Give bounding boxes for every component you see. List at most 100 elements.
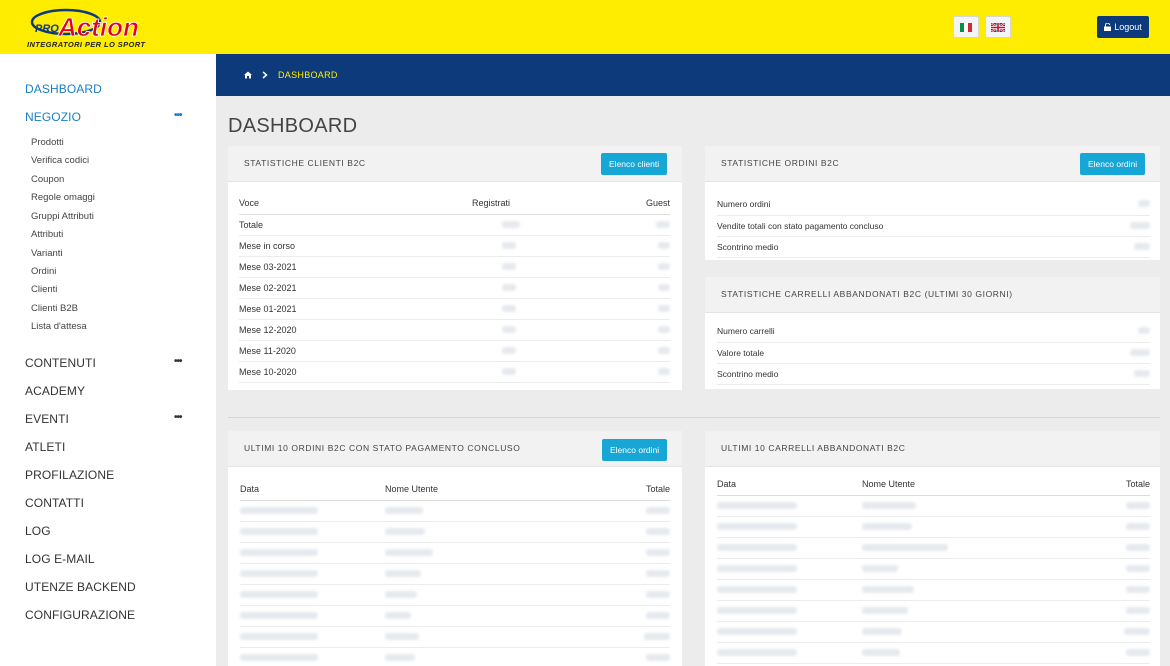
- panel-title: STATISTICHE CARRELLI ABBANDONATI B2C (UL…: [721, 289, 1013, 299]
- carrelli-stats-panel: STATISTICHE CARRELLI ABBANDONATI B2C (UL…: [705, 277, 1160, 389]
- column-header-nome-utente: Nome Utente: [862, 474, 1084, 496]
- carrelli-stats-table: Numero carrelli Valore totale Scontrino …: [717, 321, 1150, 385]
- sidebar-subitem-clienti-b2b[interactable]: Clienti B2B: [31, 303, 78, 314]
- column-header-nome-utente: Nome Utente: [385, 479, 577, 501]
- table-row: Scontrino medio: [717, 236, 1150, 258]
- elenco-ordini-button[interactable]: Elenco ordini: [1080, 153, 1146, 175]
- table-row: [717, 642, 1150, 664]
- row-label: Mese 01-2021: [239, 298, 472, 320]
- column-header-registrati: Registrati: [472, 193, 592, 215]
- italian-flag-icon[interactable]: [953, 16, 979, 38]
- sidebar-item-negozio[interactable]: NEGOZIO: [25, 110, 81, 124]
- pro-action-logo[interactable]: PRO Action INTEGRATORI PER LO SPORT: [26, 8, 178, 48]
- section-divider: [228, 417, 1160, 418]
- top-bar: PRO Action INTEGRATORI PER LO SPORT Logo…: [0, 0, 1170, 54]
- table-row: Mese 12-2020: [239, 319, 670, 341]
- home-icon[interactable]: [244, 71, 252, 79]
- table-row: Mese in corso: [239, 235, 670, 257]
- sidebar-item-log[interactable]: LOG: [25, 524, 51, 538]
- table-row: [240, 626, 670, 648]
- svg-text:Action: Action: [57, 12, 139, 42]
- negozio-more-icon[interactable]: •••: [174, 110, 182, 121]
- ultimi-carrelli-panel: ULTIMI 10 CARRELLI ABBANDONATI B2C Data …: [705, 431, 1160, 666]
- row-label: Mese 02-2021: [239, 277, 472, 299]
- sidebar-item-academy[interactable]: ACADEMY: [25, 384, 85, 398]
- ultimi-ordini-panel: ULTIMI 10 ORDINI B2C CON STATO PAGAMENTO…: [228, 431, 682, 666]
- row-label: Mese 03-2021: [239, 256, 472, 278]
- svg-text:PRO: PRO: [35, 23, 59, 35]
- sidebar-item-configurazione[interactable]: CONFIGURAZIONE: [25, 608, 135, 622]
- table-row: Mese 01-2021: [239, 298, 670, 320]
- panel-title: ULTIMI 10 ORDINI B2C CON STATO PAGAMENTO…: [244, 443, 521, 453]
- panel-title: STATISTICHE ORDINI B2C: [721, 158, 840, 168]
- sidebar-subitem-clienti[interactable]: Clienti: [31, 284, 57, 295]
- chevron-right-icon: [262, 71, 268, 79]
- ordini-stats-table: Numero ordini Vendite totali con stato p…: [717, 194, 1150, 258]
- row-label: Numero ordini: [717, 194, 1104, 216]
- table-row: Numero carrelli: [717, 321, 1150, 343]
- sidebar-subitem-coupon[interactable]: Coupon: [31, 174, 64, 185]
- sidebar-item-eventi[interactable]: EVENTI: [25, 412, 69, 426]
- sidebar-subitem-ordini[interactable]: Ordini: [31, 266, 56, 277]
- sidebar-subitem-lista-attesa[interactable]: Lista d'attesa: [31, 321, 87, 332]
- row-label: Mese 10-2020: [239, 361, 472, 383]
- sidebar-item-contatti[interactable]: CONTATTI: [25, 496, 84, 510]
- table-row: Vendite totali con stato pagamento concl…: [717, 215, 1150, 237]
- sidebar-item-profilazione[interactable]: PROFILAZIONE: [25, 468, 114, 482]
- breadcrumb-current: DASHBOARD: [278, 70, 338, 80]
- table-row: Numero ordini: [717, 194, 1150, 216]
- column-header-data: Data: [240, 479, 385, 501]
- row-label: Scontrino medio: [717, 363, 1044, 385]
- sidebar-subitem-verifica-codici[interactable]: Verifica codici: [31, 155, 89, 166]
- sidebar-item-utenze-backend[interactable]: UTENZE BACKEND: [25, 580, 136, 594]
- table-row: [240, 647, 670, 666]
- row-label: Mese 12-2020: [239, 319, 472, 341]
- svg-text:INTEGRATORI PER LO SPORT: INTEGRATORI PER LO SPORT: [27, 40, 146, 48]
- column-header-data: Data: [717, 474, 862, 496]
- row-label: Vendite totali con stato pagamento concl…: [717, 215, 1104, 237]
- row-label: Numero carrelli: [717, 321, 1044, 343]
- clienti-stats-table: Voce Registrati Guest Totale Mese in cor…: [239, 193, 670, 383]
- table-row: [240, 605, 670, 627]
- row-label: Scontrino medio: [717, 236, 1104, 258]
- ultimi-carrelli-table: Data Nome Utente Totale: [717, 474, 1150, 664]
- column-header-voce: Voce: [239, 193, 472, 215]
- logout-button[interactable]: Logout: [1097, 16, 1149, 38]
- sidebar-item-dashboard[interactable]: DASHBOARD: [25, 82, 102, 96]
- table-row: [717, 558, 1150, 580]
- table-row: Mese 02-2021: [239, 277, 670, 299]
- elenco-ordini-recenti-button[interactable]: Elenco ordini: [602, 439, 668, 461]
- table-row: [240, 563, 670, 585]
- sidebar-subitem-attributi[interactable]: Attributi: [31, 229, 63, 240]
- panel-title: ULTIMI 10 CARRELLI ABBANDONATI B2C: [721, 443, 906, 453]
- eventi-more-icon[interactable]: •••: [174, 412, 182, 423]
- sidebar-subitem-prodotti[interactable]: Prodotti: [31, 137, 64, 148]
- unlock-icon: [1104, 23, 1112, 31]
- sidebar-item-atleti[interactable]: ATLETI: [25, 440, 65, 454]
- sidebar-subitem-regole-omaggi[interactable]: Regole omaggi: [31, 192, 95, 203]
- sidebar-subitem-varianti[interactable]: Varianti: [31, 248, 63, 259]
- sidebar-subitem-gruppi-attributi[interactable]: Gruppi Attributi: [31, 211, 94, 222]
- uk-flag-icon[interactable]: [985, 16, 1011, 38]
- logout-label: Logout: [1114, 22, 1142, 32]
- sidebar-item-contenuti[interactable]: CONTENUTI: [25, 356, 96, 370]
- contenuti-more-icon[interactable]: •••: [174, 356, 182, 367]
- sidebar: DASHBOARD NEGOZIO ••• Prodotti Verifica …: [0, 54, 216, 666]
- breadcrumb: DASHBOARD: [216, 54, 1170, 96]
- ordini-stats-panel: STATISTICHE ORDINI B2C Elenco ordini Num…: [705, 146, 1160, 260]
- table-row: Mese 10-2020: [239, 361, 670, 383]
- column-header-totale: Totale: [576, 479, 670, 501]
- table-row: Mese 11-2020: [239, 340, 670, 362]
- table-row: [717, 495, 1150, 517]
- page-title: DASHBOARD: [228, 115, 358, 137]
- table-row: [717, 600, 1150, 622]
- table-row: Valore totale: [717, 342, 1150, 364]
- table-row: [240, 521, 670, 543]
- table-row: [240, 584, 670, 606]
- elenco-clienti-button[interactable]: Elenco clienti: [601, 153, 668, 175]
- table-row: Totale: [239, 214, 670, 236]
- row-label: Valore totale: [717, 342, 1044, 364]
- clienti-stats-panel: STATISTICHE CLIENTI B2C Elenco clienti V…: [228, 146, 682, 390]
- sidebar-item-log-email[interactable]: LOG E-MAIL: [25, 552, 95, 566]
- table-row: [240, 542, 670, 564]
